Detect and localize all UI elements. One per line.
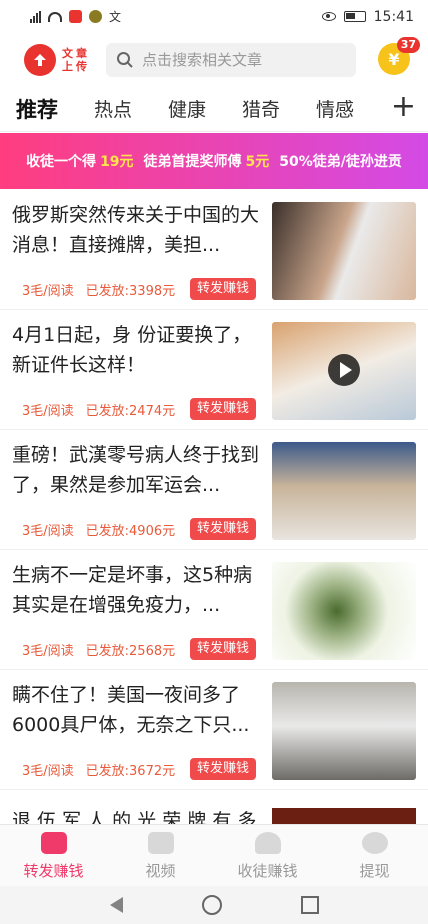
logo-line-2: 上传 xyxy=(62,59,90,73)
nav-video[interactable]: 视频 xyxy=(107,825,214,887)
share-earn-button[interactable]: 转发赚钱 xyxy=(190,638,257,660)
status-left: 文 xyxy=(30,8,121,25)
article-thumbnail xyxy=(272,322,416,420)
share-earn-icon xyxy=(40,831,67,854)
article-paid: 已发放:3672元 xyxy=(85,764,176,779)
back-icon[interactable] xyxy=(109,897,123,913)
article-title: 生病不一定是坏事，这5种病其实是在增强免疫力，... xyxy=(12,564,253,616)
share-earn-button[interactable]: 转发赚钱 xyxy=(190,398,257,420)
article-title: 俄罗斯突然传来关于中国的大消息！直接摊牌，美担... xyxy=(12,204,260,256)
article-item[interactable]: 4月1日起，身 份证要换了，新证件长这样！ 3毛/阅读 已发放:2474元 转发… xyxy=(0,310,428,430)
article-rate: 3毛/阅读 xyxy=(22,404,74,419)
upload-article-button[interactable]: 文章 上传 xyxy=(24,43,104,76)
article-paid: 已发放:2568元 xyxy=(85,644,176,659)
search-input[interactable]: 点击搜索相关文章 xyxy=(106,42,356,77)
article-meta: 3毛/阅读 已发放:4906元 xyxy=(22,520,175,539)
article-meta: 3毛/阅读 已发放:2474元 xyxy=(22,400,175,419)
banner-text: 50%徒弟/徒孙进贡 xyxy=(279,154,402,170)
tab-emotion[interactable]: 情感 xyxy=(316,95,354,122)
nav-recruit-earn[interactable]: 收徒赚钱 xyxy=(214,825,321,887)
article-title: 瞒不住了！美国一夜间多了6000具尸体，无奈之下只... xyxy=(12,684,250,736)
nav-label: 转发赚钱 xyxy=(23,861,84,880)
bottom-nav: 转发赚钱 视频 收徒赚钱 提现 xyxy=(0,824,428,887)
search-placeholder: 点击搜索相关文章 xyxy=(142,51,263,69)
nav-label: 提现 xyxy=(359,861,390,880)
banner-highlight: 5元 xyxy=(245,154,270,170)
article-thumbnail xyxy=(272,682,416,780)
logo-line-1: 文章 xyxy=(62,46,90,60)
article-paid: 已发放:3398元 xyxy=(85,284,176,299)
user-icon xyxy=(254,831,281,854)
wifi-icon xyxy=(48,11,62,22)
video-icon xyxy=(147,831,174,854)
banner-highlight: 19元 xyxy=(100,154,134,170)
battery-icon xyxy=(343,11,366,22)
play-icon[interactable] xyxy=(328,354,360,386)
article-item[interactable]: 俄罗斯突然传来关于中国的大消息！直接摊牌，美担... 3毛/阅读 已发放:339… xyxy=(0,190,428,310)
article-meta: 3毛/阅读 已发放:2568元 xyxy=(22,640,175,659)
tab-recommend[interactable]: 推荐 xyxy=(16,94,58,124)
nav-share-earn[interactable]: 转发赚钱 xyxy=(0,825,107,887)
share-earn-button[interactable]: 转发赚钱 xyxy=(190,518,257,540)
recent-apps-icon[interactable] xyxy=(300,896,319,914)
app-header: 文章 上传 点击搜索相关文章 ¥ 37 xyxy=(0,33,428,86)
article-thumbnail xyxy=(272,562,416,660)
search-icon xyxy=(117,51,133,68)
signal-icon xyxy=(30,10,41,23)
article-title: 重磅！武漢零号病人终于找到了，果然是参加军运会... xyxy=(12,444,260,496)
share-earn-button[interactable]: 转发赚钱 xyxy=(190,758,257,780)
status-bar: 文 15:41 xyxy=(0,0,428,33)
logo-text: 文章 上传 xyxy=(62,47,90,73)
article-feed: 俄罗斯突然传来关于中国的大消息！直接摊牌，美担... 3毛/阅读 已发放:339… xyxy=(0,190,428,790)
home-icon[interactable] xyxy=(201,895,222,915)
nav-label: 收徒赚钱 xyxy=(237,861,298,880)
article-paid: 已发放:4906元 xyxy=(85,524,176,539)
promo-banner[interactable]: 收徒一个得 19元 徒弟首提奖师傅 5元 50%徒弟/徒孙进贡 xyxy=(0,133,428,189)
article-rate: 3毛/阅读 xyxy=(22,284,74,299)
coin-button[interactable]: ¥ 37 xyxy=(378,37,420,75)
nav-withdraw[interactable]: 提现 xyxy=(321,825,428,887)
tab-hot[interactable]: 热点 xyxy=(94,95,132,122)
article-meta: 3毛/阅读 已发放:3672元 xyxy=(22,760,175,779)
withdraw-icon xyxy=(361,831,388,854)
notification-app-icon xyxy=(89,10,102,23)
upload-icon xyxy=(24,43,56,76)
share-earn-button[interactable]: 转发赚钱 xyxy=(190,278,257,300)
article-meta: 3毛/阅读 已发放:3398元 xyxy=(22,280,175,299)
article-thumbnail xyxy=(272,442,416,540)
article-title: 4月1日起，身 份证要换了，新证件长这样！ xyxy=(12,324,252,376)
article-item[interactable]: 生病不一定是坏事，这5种病其实是在增强免疫力，... 3毛/阅读 已发放:256… xyxy=(0,550,428,670)
article-paid: 已发放:2474元 xyxy=(85,404,176,419)
article-item[interactable]: 瞒不住了！美国一夜间多了6000具尸体，无奈之下只... 3毛/阅读 已发放:3… xyxy=(0,670,428,790)
banner-text: 徒弟首提奖师傅 xyxy=(143,154,242,170)
nav-label: 视频 xyxy=(145,861,176,880)
clock: 15:41 xyxy=(373,8,414,25)
coin-icon: ¥ xyxy=(388,49,400,69)
tab-health[interactable]: 健康 xyxy=(168,95,206,122)
coin-badge: 37 xyxy=(396,37,420,53)
status-right: 15:41 xyxy=(321,8,414,25)
notification-app-icon xyxy=(69,10,82,23)
article-rate: 3毛/阅读 xyxy=(22,524,74,539)
system-nav-bar xyxy=(0,886,428,924)
tab-curious[interactable]: 猎奇 xyxy=(242,95,280,122)
eye-icon xyxy=(321,12,336,21)
article-item[interactable]: 重磅！武漢零号病人终于找到了，果然是参加军运会... 3毛/阅读 已发放:490… xyxy=(0,430,428,550)
add-tab-icon[interactable]: + xyxy=(391,92,416,122)
notification-app-icon: 文 xyxy=(109,10,122,24)
category-tabs: 推荐 热点 健康 猎奇 情感 + xyxy=(0,86,428,132)
article-thumbnail xyxy=(272,202,416,300)
banner-text: 收徒一个得 xyxy=(26,154,97,170)
article-rate: 3毛/阅读 xyxy=(22,644,74,659)
article-rate: 3毛/阅读 xyxy=(22,764,74,779)
